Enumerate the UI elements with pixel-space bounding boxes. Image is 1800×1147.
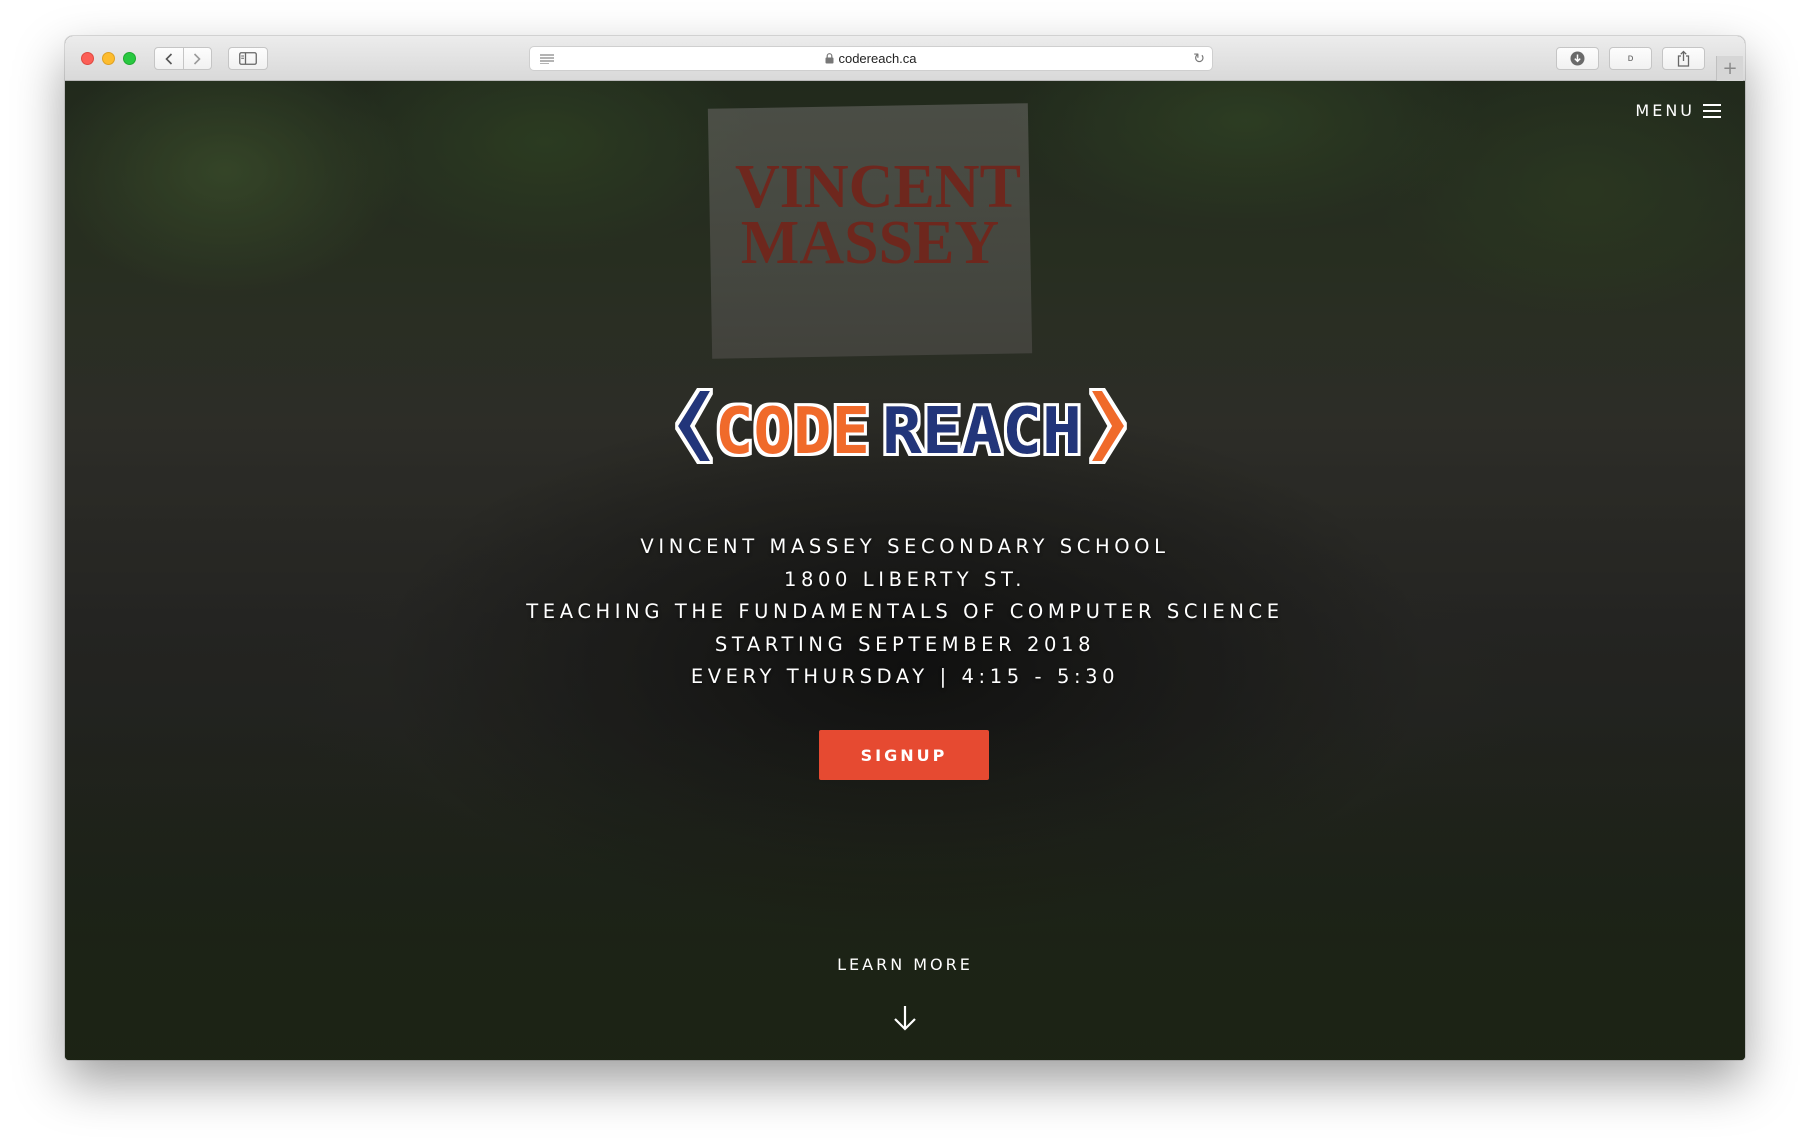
school-address: 1800 LIBERTY ST. bbox=[783, 567, 1027, 591]
close-window-button[interactable] bbox=[81, 52, 94, 65]
chevron-right-icon bbox=[194, 52, 201, 65]
page: codereach.ca ↻ ᴅ + VINCENT MASSEY MENU C… bbox=[0, 0, 1800, 1147]
share-icon bbox=[1677, 50, 1690, 67]
arrow-down-icon[interactable] bbox=[892, 1003, 918, 1033]
download-icon bbox=[1570, 51, 1585, 66]
logo-text-de: DE bbox=[793, 395, 870, 469]
menu-label: MENU bbox=[1635, 101, 1695, 120]
menu-button[interactable]: MENU bbox=[1635, 101, 1721, 120]
hamburger-icon bbox=[1703, 103, 1721, 118]
url-text: codereach.ca bbox=[838, 51, 917, 66]
extension-icon: ᴅ bbox=[1627, 53, 1634, 64]
url-display: codereach.ca bbox=[530, 47, 1212, 70]
share-button[interactable] bbox=[1662, 47, 1705, 70]
back-forward-group bbox=[154, 47, 212, 70]
school-info: VINCENT MASSEY SECONDARY SCHOOL 1800 LIB… bbox=[65, 531, 1745, 694]
learn-more-link[interactable]: LEARN MORE bbox=[65, 955, 1745, 974]
lock-icon bbox=[825, 53, 834, 64]
back-button[interactable] bbox=[155, 48, 183, 69]
downloads-button[interactable] bbox=[1556, 47, 1599, 70]
hero-section: VINCENT MASSEY MENU CO DE REACH VINCENT … bbox=[65, 81, 1745, 1060]
logo-left-bracket bbox=[678, 391, 710, 461]
minimize-window-button[interactable] bbox=[102, 52, 115, 65]
signup-button[interactable]: SIGNUP bbox=[819, 730, 989, 780]
new-tab-button[interactable]: + bbox=[1716, 56, 1743, 81]
browser-window: codereach.ca ↻ ᴅ + VINCENT MASSEY MENU C… bbox=[65, 36, 1745, 1060]
logo-right-bracket bbox=[1092, 391, 1124, 461]
sidebar-icon bbox=[239, 52, 257, 65]
code-reach-logo[interactable]: CO DE REACH bbox=[670, 381, 1140, 471]
logo-text-co: CO bbox=[715, 395, 792, 469]
logo-graphic: CO DE REACH bbox=[678, 391, 1124, 469]
logo-text-reach: REACH bbox=[882, 395, 1082, 469]
reload-icon[interactable]: ↻ bbox=[1193, 51, 1205, 67]
address-bar[interactable]: codereach.ca ↻ bbox=[529, 46, 1213, 71]
chevron-left-icon bbox=[165, 52, 172, 65]
sidebar-toggle-button[interactable] bbox=[228, 47, 268, 70]
school-name: VINCENT MASSEY SECONDARY SCHOOL bbox=[640, 535, 1170, 558]
program-description: TEACHING THE FUNDAMENTALS OF COMPUTER SC… bbox=[526, 600, 1284, 623]
browser-toolbar: codereach.ca ↻ ᴅ + bbox=[65, 36, 1745, 81]
schedule: EVERY THURSDAY | 4:15 - 5:30 bbox=[690, 665, 1120, 688]
extension-button[interactable]: ᴅ bbox=[1609, 47, 1652, 70]
start-date: STARTING SEPTEMBER 2018 bbox=[714, 632, 1096, 656]
forward-button[interactable] bbox=[184, 48, 212, 69]
zoom-window-button[interactable] bbox=[123, 52, 136, 65]
